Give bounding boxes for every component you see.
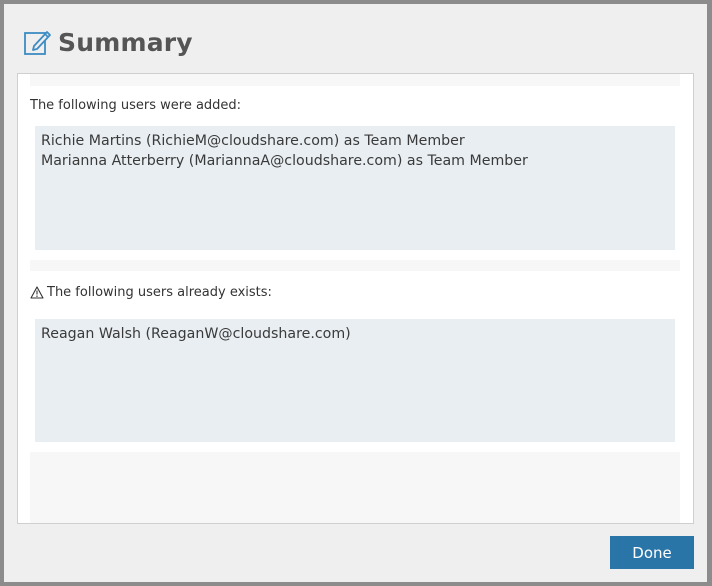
existing-users-section: The following users already exists: Reag… — [30, 271, 680, 452]
existing-users-label: The following users already exists: — [30, 285, 272, 300]
summary-content: The following users were added: Richie M… — [30, 74, 680, 523]
added-users-label: The following users were added: — [30, 98, 241, 113]
existing-users-list: Reagan Walsh (ReaganW@cloudshare.com) — [35, 319, 675, 442]
summary-content-panel: The following users were added: Richie M… — [17, 73, 694, 524]
added-users-list: Richie Martins (RichieM@cloudshare.com) … — [35, 126, 675, 250]
summary-dialog: Summary The following users were added: … — [4, 4, 707, 582]
added-users-section: The following users were added: Richie M… — [30, 86, 680, 260]
panel-scrollbar[interactable] — [682, 74, 693, 523]
warning-icon — [30, 286, 44, 299]
list-item: Richie Martins (RichieM@cloudshare.com) … — [41, 133, 465, 149]
list-item: Marianna Atterberry (MariannaA@cloudshar… — [41, 153, 528, 169]
added-users-label-text: The following users were added: — [30, 98, 242, 113]
edit-icon — [22, 27, 52, 57]
dialog-title: Summary — [58, 27, 193, 57]
dialog-header: Summary — [22, 24, 193, 60]
existing-users-label-text: The following users already exists: — [47, 285, 272, 300]
done-button[interactable]: Done — [610, 536, 694, 569]
list-item: Reagan Walsh (ReaganW@cloudshare.com) — [41, 326, 351, 342]
